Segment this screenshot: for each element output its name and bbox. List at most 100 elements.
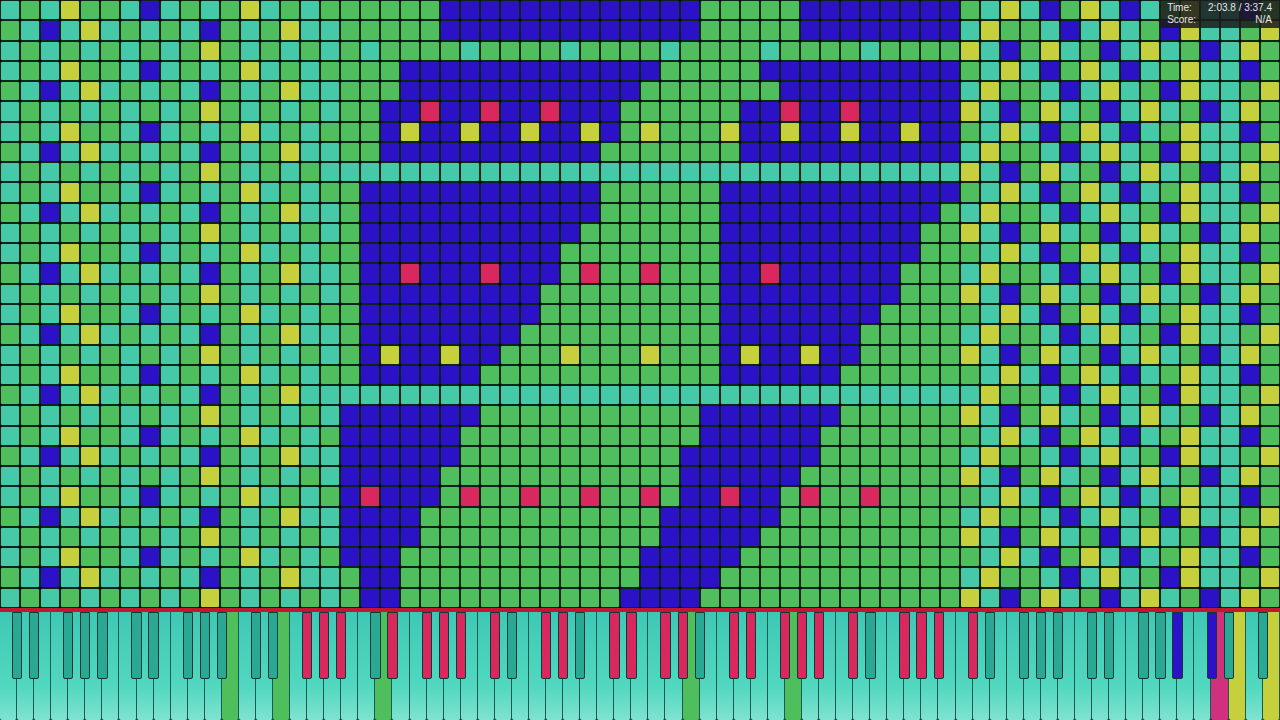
note-cell [740, 507, 760, 527]
note-cell [440, 324, 460, 344]
note-cell [500, 324, 520, 344]
note-cell [40, 588, 60, 608]
note-cell [400, 446, 420, 466]
note-cell [180, 365, 200, 385]
note-cell [140, 122, 160, 142]
note-cell [20, 365, 40, 385]
note-cell [620, 486, 640, 506]
note-row [0, 243, 1280, 263]
note-cell [200, 426, 220, 446]
note-cell [760, 101, 780, 121]
note-cell [340, 41, 360, 61]
note-cell [160, 101, 180, 121]
note-cell [0, 0, 20, 20]
note-cell [1080, 304, 1100, 324]
note-cell [1180, 324, 1200, 344]
note-cell [1100, 284, 1120, 304]
note-cell [340, 0, 360, 20]
note-cell [560, 101, 580, 121]
note-cell [220, 162, 240, 182]
note-cell [240, 385, 260, 405]
note-cell [500, 41, 520, 61]
note-cell [440, 486, 460, 506]
note-cell [660, 588, 680, 608]
note-cell [60, 304, 80, 324]
note-cell [140, 426, 160, 446]
note-cell [120, 446, 140, 466]
note-cell [300, 182, 320, 202]
note-cell [360, 263, 380, 283]
note-cell [60, 162, 80, 182]
note-cell [900, 243, 920, 263]
note-cell [1080, 365, 1100, 385]
note-cell [560, 365, 580, 385]
note-cell [200, 284, 220, 304]
note-cell [820, 101, 840, 121]
note-cell [880, 243, 900, 263]
note-cell [1160, 162, 1180, 182]
note-cell [1160, 385, 1180, 405]
note-cell [1160, 284, 1180, 304]
note-row [0, 304, 1280, 324]
note-cell [500, 81, 520, 101]
note-cell [480, 567, 500, 587]
note-cell [340, 142, 360, 162]
note-cell [1040, 162, 1060, 182]
note-cell [380, 162, 400, 182]
note-cell [900, 203, 920, 223]
note-cell [580, 527, 600, 547]
note-cell [960, 426, 980, 446]
note-cell [620, 365, 640, 385]
note-cell [1060, 203, 1080, 223]
note-cell [60, 203, 80, 223]
note-cell [60, 223, 80, 243]
note-cell [40, 41, 60, 61]
note-cell [200, 365, 220, 385]
note-cell [200, 20, 220, 40]
note-cell [220, 405, 240, 425]
note-cell [1080, 182, 1100, 202]
note-cell [460, 284, 480, 304]
note-cell [400, 81, 420, 101]
note-cell [1040, 345, 1060, 365]
note-cell [1100, 41, 1120, 61]
note-cell [1180, 507, 1200, 527]
note-cell [40, 182, 60, 202]
note-cell [880, 142, 900, 162]
note-cell [400, 527, 420, 547]
note-cell [660, 486, 680, 506]
note-cell [900, 81, 920, 101]
note-cell [400, 122, 420, 142]
note-cell [1240, 182, 1260, 202]
note-cell [1180, 41, 1200, 61]
note-cell [1260, 284, 1280, 304]
note-cell [1160, 263, 1180, 283]
note-cell [1020, 0, 1040, 20]
note-cell [500, 182, 520, 202]
note-cell [1200, 122, 1220, 142]
note-cell [600, 588, 620, 608]
note-cell [20, 223, 40, 243]
note-cell [1240, 547, 1260, 567]
note-cell [600, 466, 620, 486]
note-cell [380, 588, 400, 608]
note-cell [640, 20, 660, 40]
note-cell [420, 284, 440, 304]
note-cell [860, 527, 880, 547]
note-cell [840, 284, 860, 304]
note-cell [480, 223, 500, 243]
note-cell [1040, 527, 1060, 547]
note-cell [720, 588, 740, 608]
note-cell [960, 162, 980, 182]
note-cell [900, 61, 920, 81]
note-cell [80, 405, 100, 425]
note-cell [640, 527, 660, 547]
note-cell [260, 486, 280, 506]
note-cell [140, 385, 160, 405]
note-cell [880, 365, 900, 385]
note-cell [1120, 142, 1140, 162]
note-cell [900, 0, 920, 20]
note-cell [60, 0, 80, 20]
note-cell [140, 223, 160, 243]
note-cell [60, 426, 80, 446]
